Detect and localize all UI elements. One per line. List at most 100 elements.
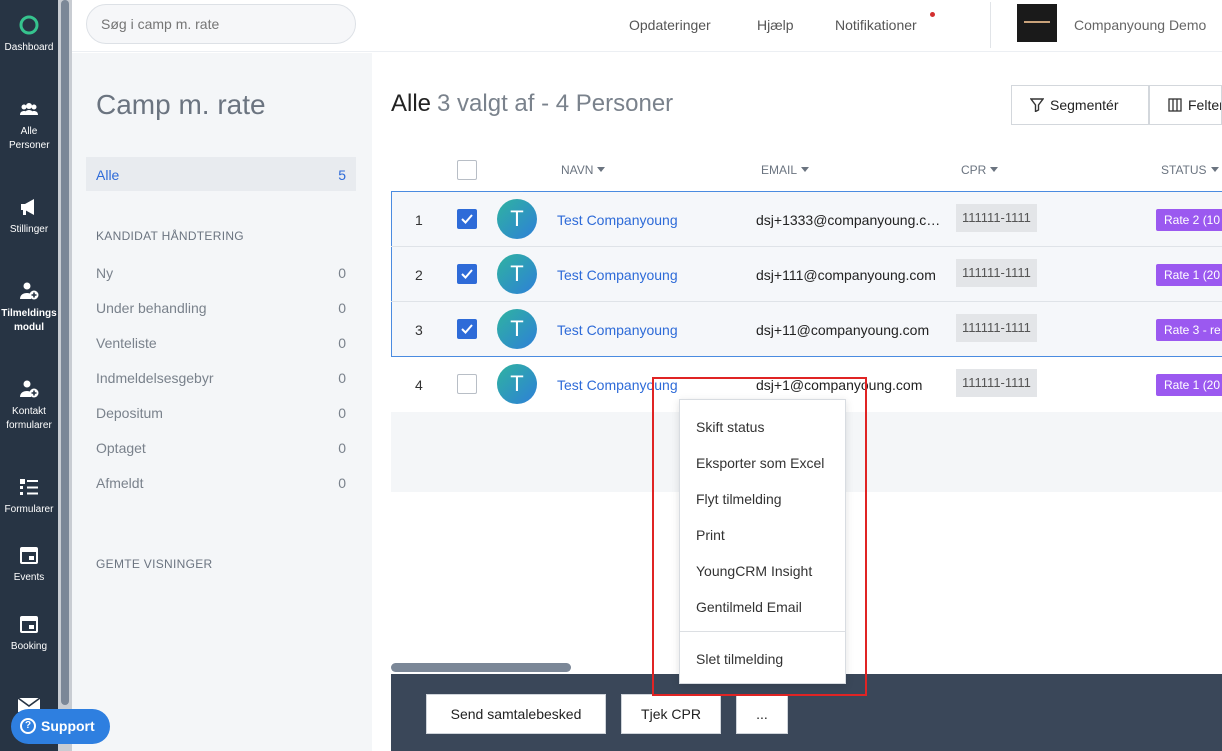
nav-item-formularer[interactable]: Formularer	[0, 476, 58, 517]
side-panel: Camp m. rate Alle 5 KANDIDAT HÅNDTERING …	[72, 53, 372, 751]
row-checkbox[interactable]	[457, 319, 477, 339]
menu-item-eksporter-excel[interactable]: Eksporter som Excel	[696, 455, 824, 471]
more-actions-menu: Skift status Eksporter som Excel Flyt ti…	[679, 399, 846, 684]
check-icon	[461, 214, 473, 224]
menu-item-flyt-tilmelding[interactable]: Flyt tilmelding	[696, 491, 782, 507]
company-logo[interactable]	[1017, 4, 1057, 42]
avatar: T	[497, 199, 537, 239]
person-email: dsj+1@companyoung.com	[756, 377, 923, 393]
support-label: Support	[41, 718, 95, 734]
filter-count: 0	[338, 475, 346, 491]
bulk-action-bar: Send samtalebesked Tjek CPR ...	[391, 674, 1222, 751]
filter-label: Ny	[96, 265, 114, 281]
more-actions-button[interactable]: ...	[736, 694, 788, 734]
filter-count: 0	[338, 335, 346, 351]
select-all-checkbox[interactable]	[457, 160, 477, 180]
filter-label: Afmeldt	[96, 475, 144, 491]
fields-label: Felter	[1188, 97, 1222, 113]
table-row[interactable]: 1 T Test Companyoung dsj+1333@companyoun…	[391, 192, 1222, 247]
link-notifikationer[interactable]: Notifikationer	[835, 17, 917, 33]
section-gemte-visninger: GEMTE VISNINGER	[96, 557, 213, 571]
filter-venteliste[interactable]: Venteliste 0	[96, 335, 346, 351]
nav-scrollbar-thumb[interactable]	[61, 0, 69, 705]
filter-afmeldt[interactable]: Afmeldt 0	[96, 475, 346, 491]
support-button[interactable]: ? Support	[11, 709, 110, 744]
question-icon: ?	[20, 718, 36, 734]
segment-button[interactable]: Segmentér	[1011, 85, 1149, 125]
nav-label: Alle Personer	[9, 126, 50, 151]
nav-label: Kontakt formularer	[6, 406, 52, 431]
search-input[interactable]	[86, 4, 356, 44]
column-header-status[interactable]: STATUS	[1161, 163, 1219, 177]
nav-label: Booking	[10, 641, 48, 652]
avatar: T	[497, 364, 537, 404]
column-header-navn[interactable]: NAVN	[561, 163, 605, 177]
filter-label: Venteliste	[96, 335, 157, 351]
section-kandidat-handtering: KANDIDAT HÅNDTERING	[96, 229, 244, 243]
menu-item-slet-tilmelding[interactable]: Slet tilmelding	[696, 651, 783, 667]
check-icon	[461, 324, 473, 334]
row-checkbox[interactable]	[457, 209, 477, 229]
row-checkbox[interactable]	[457, 374, 477, 394]
row-checkbox[interactable]	[457, 264, 477, 284]
segment-label: Segmentér	[1050, 97, 1119, 113]
filter-count: 0	[338, 265, 346, 281]
nav-item-dashboard[interactable]: Dashboard	[0, 14, 58, 55]
list-title: Alle 3 valgt af - 4 Personer	[391, 90, 673, 118]
filter-label: Under behandling	[96, 300, 207, 316]
filter-under-behandling[interactable]: Under behandling 0	[96, 300, 346, 316]
person-email: dsj+111@companyoung.com	[756, 267, 936, 283]
nav-item-tilmeldings-modul[interactable]: Tilmeldings modul	[0, 280, 58, 335]
menu-item-gentilmeld-email[interactable]: Gentilmeld Email	[696, 599, 802, 615]
menu-item-youngcrm-insight[interactable]: YoungCRM Insight	[696, 563, 812, 579]
company-name[interactable]: Companyoung Demo	[1074, 17, 1206, 33]
nav-label: Tilmeldings modul	[1, 308, 57, 333]
column-header-email[interactable]: EMAIL	[761, 163, 809, 177]
person-cpr: 111111-1111	[956, 259, 1037, 287]
filter-label: Indmeldelsesgebyr	[96, 370, 214, 386]
person-cpr: 111111-1111	[956, 314, 1037, 342]
person-name-link[interactable]: Test Companyoung	[557, 212, 678, 228]
horizontal-scrollbar-thumb[interactable]	[391, 663, 571, 672]
nav-item-alle-personer[interactable]: Alle Personer	[0, 98, 58, 153]
person-name-link[interactable]: Test Companyoung	[557, 322, 678, 338]
person-name-link[interactable]: Test Companyoung	[557, 267, 678, 283]
menu-item-skift-status[interactable]: Skift status	[696, 419, 764, 435]
nav-item-kontakt-formularer[interactable]: Kontakt formularer	[0, 378, 58, 433]
people-icon	[20, 103, 38, 115]
nav-label: Stillinger	[9, 224, 49, 235]
filter-indmeldelsesgebyr[interactable]: Indmeldelsesgebyr 0	[96, 370, 346, 386]
filter-ny[interactable]: Ny 0	[96, 265, 346, 281]
send-message-button[interactable]: Send samtalebesked	[426, 694, 606, 734]
link-opdateringer[interactable]: Opdateringer	[629, 17, 711, 33]
nav-scrollbar[interactable]	[58, 0, 72, 751]
avatar: T	[497, 309, 537, 349]
link-hjaelp[interactable]: Hjælp	[757, 17, 794, 33]
person-email: dsj+1333@companyoung.com	[756, 212, 941, 228]
header-divider	[990, 2, 991, 48]
top-header: Opdateringer Hjælp Notifikationer Compan…	[72, 0, 1222, 52]
filter-count: 0	[338, 370, 346, 386]
column-header-cpr[interactable]: CPR	[961, 163, 998, 177]
nav-item-stillinger[interactable]: Stillinger	[0, 196, 58, 237]
nav-label: Events	[13, 572, 45, 583]
fields-button[interactable]: Felter	[1149, 85, 1222, 125]
user-add-icon	[20, 380, 39, 398]
check-cpr-button[interactable]: Tjek CPR	[621, 694, 721, 734]
filter-optaget[interactable]: Optaget 0	[96, 440, 346, 456]
menu-item-print[interactable]: Print	[696, 527, 725, 543]
list-title-sub: 3 valgt af - 4 Personer	[437, 90, 674, 117]
table-row[interactable]: 3 T Test Companyoung dsj+11@companyoung.…	[391, 302, 1222, 357]
notification-dot	[930, 12, 935, 17]
user-add-icon	[20, 282, 39, 300]
filter-depositum[interactable]: Depositum 0	[96, 405, 346, 421]
nav-item-booking[interactable]: Booking	[0, 613, 58, 654]
dashboard-ring-icon	[19, 15, 39, 35]
table-row[interactable]: 2 T Test Companyoung dsj+111@companyoung…	[391, 247, 1222, 302]
filter-icon	[1030, 98, 1044, 112]
menu-divider	[680, 631, 845, 632]
person-name-link[interactable]: Test Companyoung	[557, 377, 678, 393]
filter-count: 0	[338, 300, 346, 316]
filter-alle[interactable]: Alle 5	[86, 157, 356, 191]
nav-item-events[interactable]: Events	[0, 544, 58, 585]
